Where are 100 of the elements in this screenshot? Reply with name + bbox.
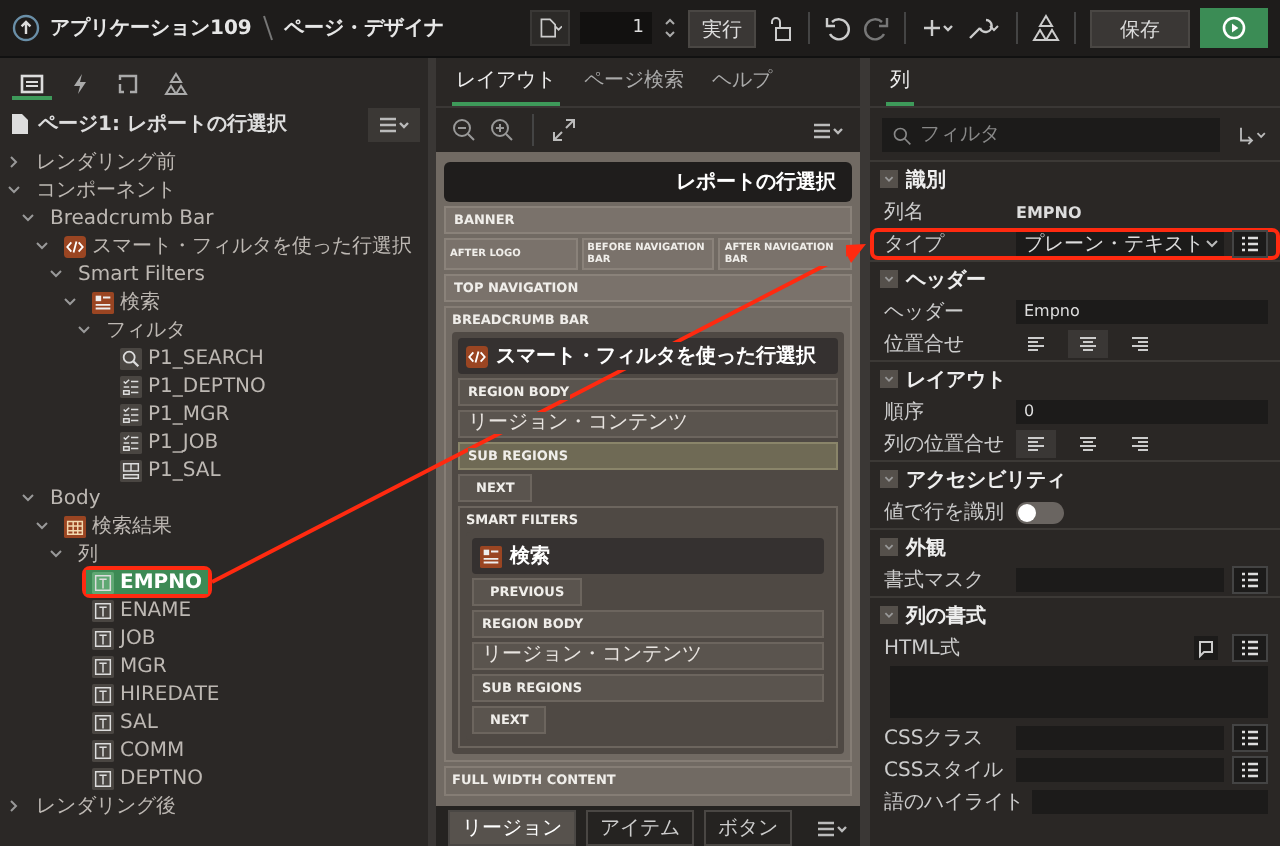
unlock-icon[interactable]: [766, 14, 794, 42]
column-icon: [92, 767, 114, 789]
expand-icon[interactable]: [552, 118, 576, 142]
toggle-switch[interactable]: [1016, 501, 1064, 523]
list-button[interactable]: [1232, 566, 1268, 594]
query-builder-icon[interactable]: [1192, 634, 1220, 662]
tree-item[interactable]: Smart Filters: [72, 262, 211, 286]
chevron-icon[interactable]: [20, 490, 36, 506]
tree-item[interactable]: HIREDATE: [86, 682, 226, 706]
list-button[interactable]: [1232, 756, 1268, 784]
property-label: 書式マスク: [884, 567, 986, 594]
page-node[interactable]: ページ1: レポートの行選択: [38, 110, 362, 138]
tree-item[interactable]: JOB: [86, 626, 162, 650]
gallery-tab[interactable]: ボタン: [704, 810, 792, 846]
page-number-field[interactable]: 1: [580, 12, 652, 44]
chevron-icon[interactable]: [880, 538, 898, 556]
tree-item[interactable]: ENAME: [86, 598, 198, 622]
page-icon: [8, 112, 32, 136]
input-field[interactable]: 0: [1016, 400, 1268, 424]
tab[interactable]: 列: [886, 60, 914, 106]
layout-slot[interactable]: リージョン・コンテンツ: [472, 642, 824, 670]
tree-item[interactable]: Body: [44, 486, 107, 510]
tree-item[interactable]: レンダリング後: [30, 794, 182, 818]
chevron-icon[interactable]: [48, 266, 64, 282]
gallery-tab[interactable]: リージョン: [448, 810, 576, 846]
align-button[interactable]: [1068, 330, 1108, 358]
tree-item[interactable]: スマート・フィルタを使った行選択: [58, 234, 418, 258]
tree-item[interactable]: コンポーネント: [30, 178, 182, 202]
tab[interactable]: ページ検索: [580, 60, 688, 106]
menu-button[interactable]: [368, 107, 420, 141]
checklist-icon: [120, 431, 142, 453]
property-label: ヘッダー: [884, 300, 966, 326]
tree-item[interactable]: P1_JOB: [114, 430, 225, 454]
region-title: スマート・フィルタを使った行選択: [496, 342, 816, 370]
gallery-tab[interactable]: アイテム: [586, 810, 694, 846]
chevron-icon[interactable]: [880, 370, 898, 388]
page-menu-button[interactable]: [530, 10, 570, 46]
tree-item[interactable]: 検索: [86, 290, 166, 314]
align-button[interactable]: [1016, 430, 1056, 458]
list-button[interactable]: [1232, 724, 1268, 752]
chevron-icon[interactable]: [6, 154, 22, 170]
chevron-icon[interactable]: [880, 606, 898, 624]
tree-item[interactable]: 列: [72, 542, 104, 566]
application-link[interactable]: アプリケーション109: [50, 14, 252, 42]
shapes-icon[interactable]: [1032, 14, 1060, 42]
tree-item[interactable]: SAL: [86, 710, 164, 734]
menu-icon[interactable]: [816, 817, 848, 839]
filter-field[interactable]: フィルタ: [882, 117, 1220, 151]
chevron-icon[interactable]: [880, 270, 898, 288]
list-button[interactable]: [1232, 634, 1268, 662]
list-button[interactable]: [1232, 230, 1268, 258]
checklist-icon: [120, 375, 142, 397]
column-icon: [92, 571, 114, 593]
tab[interactable]: ヘルプ: [708, 60, 776, 106]
save-button[interactable]: 保存: [1090, 9, 1190, 47]
tree-item[interactable]: DEPTNO: [86, 766, 210, 790]
tree-item[interactable]: フィルタ: [100, 318, 192, 342]
chevron-icon[interactable]: [34, 238, 50, 254]
tree-item[interactable]: MGR: [86, 654, 173, 678]
tree-item[interactable]: レンダリング前: [30, 150, 182, 174]
tree-item[interactable]: COMM: [86, 738, 191, 762]
tree-item[interactable]: P1_DEPTNO: [114, 374, 272, 398]
input-field[interactable]: Empno: [1016, 300, 1268, 324]
zoom-out-icon[interactable]: [452, 118, 476, 142]
chevron-icon[interactable]: [880, 470, 898, 488]
property-label: タイプ: [884, 231, 947, 258]
tree-item[interactable]: P1_SAL: [114, 458, 227, 482]
tree-item[interactable]: 検索結果: [58, 514, 178, 538]
chevron-icon[interactable]: [20, 210, 36, 226]
tree-item[interactable]: P1_MGR: [114, 402, 236, 426]
layout-slot[interactable]: リージョン・コンテンツ: [458, 410, 838, 438]
plus-icon[interactable]: [920, 14, 956, 42]
tree-item[interactable]: EMPNO: [86, 570, 208, 594]
run-page-button[interactable]: [1200, 8, 1268, 48]
chevron-icon[interactable]: [6, 798, 22, 814]
menu-icon[interactable]: [812, 119, 844, 141]
chevron-icon[interactable]: [76, 322, 92, 338]
section-title: 外観: [906, 535, 946, 561]
region-title-bar[interactable]: スマート・フィルタを使った行選択: [458, 338, 838, 374]
tree-item[interactable]: P1_SEARCH: [114, 346, 270, 370]
select-field[interactable]: プレーン・テキスト: [1016, 232, 1224, 256]
tree-item[interactable]: Breadcrumb Bar: [44, 206, 220, 230]
redo-icon[interactable]: [862, 14, 890, 42]
property-label: 値で行を識別: [884, 499, 1006, 526]
chevron-icon[interactable]: [48, 546, 64, 562]
go-to-icon[interactable]: [1236, 123, 1268, 145]
property-label: 位置合せ: [884, 331, 966, 358]
zoom-in-icon[interactable]: [490, 118, 514, 142]
region-title: 検索: [510, 542, 550, 570]
list-icon: [1240, 234, 1260, 254]
chevron-icon[interactable]: [880, 170, 898, 188]
run-button[interactable]: 実行: [688, 9, 756, 47]
undo-icon[interactable]: [824, 14, 852, 42]
column-icon: [92, 599, 114, 621]
region-title-bar[interactable]: 検索: [472, 538, 824, 574]
chevron-icon[interactable]: [6, 182, 22, 198]
chevron-icon[interactable]: [34, 518, 50, 534]
chevron-icon[interactable]: [62, 294, 78, 310]
tab[interactable]: レイアウト: [452, 60, 560, 106]
play-icon: [1222, 16, 1246, 40]
